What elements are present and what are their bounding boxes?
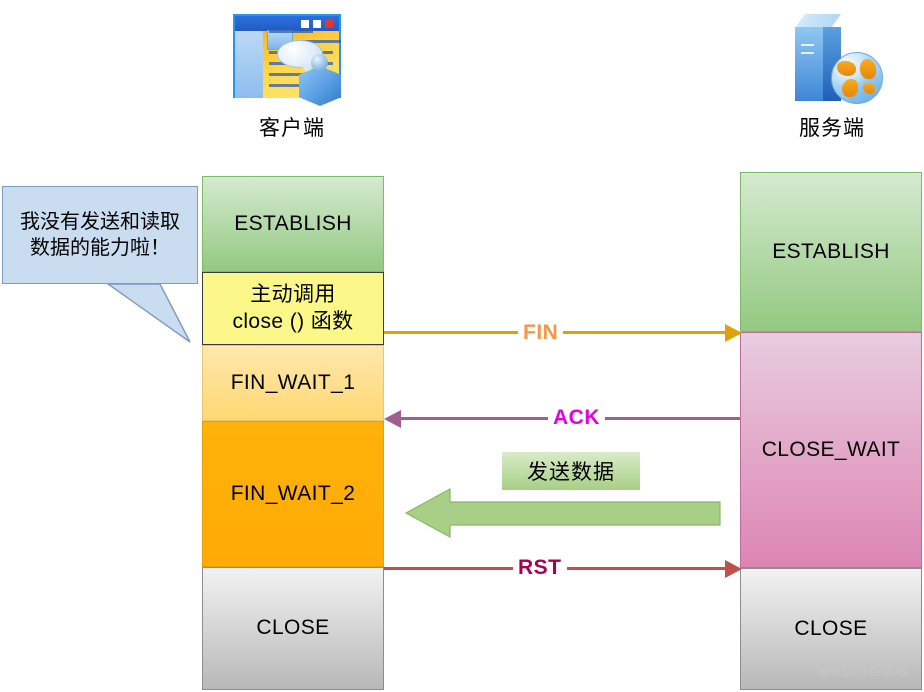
data-flow-label-text: 发送数据: [527, 461, 615, 484]
message-rst-arrowhead: [725, 560, 742, 578]
client-annotation-bubble: 我没有发送和读取 数据的能力啦！: [2, 186, 198, 284]
client-endpoint: 客户端: [202, 8, 382, 142]
server-state-close-label: CLOSE: [794, 616, 868, 640]
bubble-line2: 数据的能力啦！: [30, 237, 170, 259]
client-state-establish: ESTABLISH: [202, 176, 384, 272]
client-close-call-line2: close () 函数: [232, 309, 354, 333]
client-state-fin-wait-2: FIN_WAIT_2: [202, 421, 384, 567]
server-state-close-wait: CLOSE_WAIT: [740, 332, 922, 568]
server-state-establish: ESTABLISH: [740, 172, 922, 332]
client-state-fin-wait-1-label: FIN_WAIT_1: [230, 370, 356, 394]
message-ack-label: ACK: [548, 407, 605, 428]
client-close-call-line1: 主动调用: [250, 283, 336, 307]
server-tower-globe-icon: [773, 8, 891, 108]
data-flow-label: 发送数据: [502, 452, 640, 490]
client-state-fin-wait-2-label: FIN_WAIT_2: [230, 481, 356, 505]
client-state-close-label: CLOSE: [256, 616, 330, 640]
watermark: @51CTO博客: [818, 663, 910, 679]
client-state-establish-label: ESTABLISH: [234, 211, 352, 235]
browser-window-user-icon: [233, 8, 351, 108]
tcp-state-diagram: 客户端 服务端 ESTABLISH 主动调用 close () 函数 FIN_W…: [0, 0, 924, 692]
message-ack-arrowhead: [384, 410, 401, 428]
server-state-establish-label: ESTABLISH: [772, 239, 890, 263]
bubble-line1: 我没有发送和读取: [20, 210, 180, 233]
server-state-close-wait-label: CLOSE_WAIT: [761, 437, 901, 461]
message-fin-label: FIN: [518, 322, 564, 343]
message-rst-label: RST: [513, 557, 567, 578]
client-label: 客户端: [259, 117, 325, 140]
data-flow-arrow: [404, 487, 721, 539]
client-state-close-call: 主动调用 close () 函数: [202, 272, 384, 345]
server-endpoint: 服务端: [742, 8, 922, 142]
client-state-close: CLOSE: [202, 567, 384, 690]
message-fin-arrowhead: [725, 324, 742, 342]
server-label: 服务端: [799, 117, 865, 140]
client-state-fin-wait-1: FIN_WAIT_1: [202, 345, 384, 421]
